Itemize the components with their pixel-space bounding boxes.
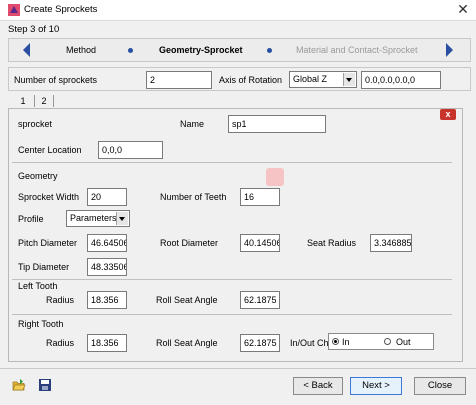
left-radius-label: Radius — [46, 295, 75, 305]
root-diameter-label: Root Diameter — [160, 238, 219, 248]
num-sprockets-field[interactable]: 2 — [146, 71, 212, 89]
left-radius-field[interactable]: 18.356 — [87, 291, 127, 309]
tip-diameter-field[interactable]: 48.33506 — [87, 258, 127, 276]
seat-radius-label: Seat Radius — [307, 238, 357, 248]
right-tooth-heading: Right Tooth — [18, 319, 64, 329]
number-of-teeth-label: Number of Teeth — [160, 192, 227, 202]
profile-select[interactable]: Parameters — [66, 210, 130, 227]
geometry-heading: Geometry — [18, 171, 58, 181]
open-folder-icon[interactable] — [12, 378, 26, 392]
next-button[interactable]: Next > — [350, 377, 402, 395]
section-divider — [12, 279, 452, 280]
app-icon — [8, 4, 20, 16]
tab-divider — [34, 95, 35, 107]
left-roll-seat-angle-label: Roll Seat Angle — [156, 295, 218, 305]
axis-of-rotation-select[interactable]: Global Z — [289, 71, 357, 88]
profile-label: Profile — [18, 214, 44, 224]
back-button[interactable]: < Back — [293, 377, 343, 395]
close-button[interactable]: Close — [414, 377, 466, 395]
wizard-separator-dot — [128, 48, 133, 53]
chain-out-radio[interactable] — [384, 338, 391, 345]
axis-of-rotation-value: Global Z — [293, 74, 328, 84]
sprocket-width-field[interactable]: 20 — [87, 188, 127, 206]
tab-divider — [53, 95, 54, 107]
left-roll-seat-angle-field[interactable]: 62.1875 — [240, 291, 280, 309]
pitch-diameter-field[interactable]: 46.64506 — [87, 234, 127, 252]
pitch-diameter-label: Pitch Diameter — [18, 238, 78, 248]
panel-close-button[interactable]: x — [440, 109, 456, 120]
window-close-button[interactable]: ✕ — [454, 1, 472, 18]
chain-out-label: Out — [396, 337, 411, 347]
right-radius-label: Radius — [46, 338, 75, 348]
wizard-separator-dot — [267, 48, 272, 53]
tab-1[interactable]: 1 — [16, 94, 30, 108]
chain-in-label: In — [342, 337, 350, 347]
next-step-arrow-icon[interactable] — [440, 40, 458, 60]
tip-diameter-label: Tip Diameter — [18, 262, 70, 272]
num-sprockets-label: Number of sprockets — [14, 75, 98, 85]
sprocket-width-label: Sprocket Width — [18, 192, 80, 202]
axis-vector-field[interactable]: 0.0,0.0,0.0,0 — [361, 71, 441, 89]
chevron-down-icon — [343, 73, 355, 86]
highlight-marker — [266, 168, 284, 186]
left-tooth-heading: Left Tooth — [18, 281, 58, 291]
window-title: Create Sprockets — [24, 4, 98, 15]
wizard-step-method[interactable]: Method — [66, 45, 96, 55]
name-field[interactable]: sp1 — [228, 115, 326, 133]
footer-divider — [0, 368, 476, 369]
wizard-step-geometry[interactable]: Geometry-Sprocket — [159, 45, 243, 55]
save-icon[interactable] — [38, 378, 52, 392]
center-location-field[interactable]: 0,0,0 — [98, 141, 163, 159]
section-divider — [12, 314, 452, 315]
center-location-label: Center Location — [18, 145, 82, 155]
right-roll-seat-angle-label: Roll Seat Angle — [156, 338, 218, 348]
chain-in-radio[interactable] — [332, 338, 339, 345]
root-diameter-field[interactable]: 40.14506 — [240, 234, 280, 252]
right-radius-field[interactable]: 18.356 — [87, 334, 127, 352]
right-roll-seat-angle-field[interactable]: 62.1875 — [240, 334, 280, 352]
prev-step-arrow-icon[interactable] — [18, 40, 36, 60]
step-indicator: Step 3 of 10 — [8, 24, 60, 35]
name-label: Name — [180, 119, 205, 129]
chevron-down-icon — [116, 212, 128, 225]
wizard-step-material[interactable]: Material and Contact-Sprocket — [296, 45, 418, 55]
profile-value: Parameters — [70, 213, 117, 223]
section-divider — [12, 162, 452, 163]
tab-2[interactable]: 2 — [37, 94, 51, 108]
number-of-teeth-field[interactable]: 16 — [240, 188, 280, 206]
axis-of-rotation-label: Axis of Rotation — [219, 75, 283, 85]
sprocket-heading: sprocket — [18, 119, 53, 129]
seat-radius-field[interactable]: 3.346885 — [370, 234, 412, 252]
